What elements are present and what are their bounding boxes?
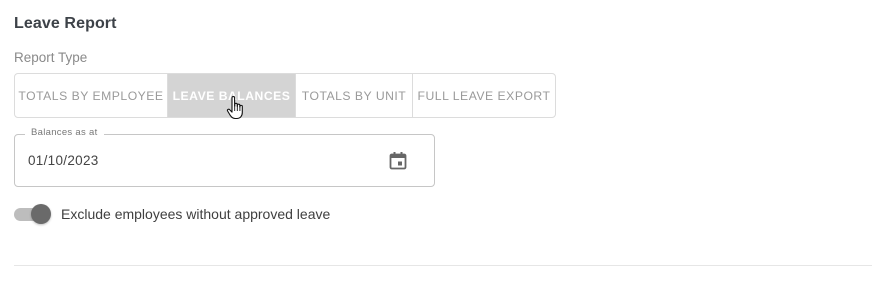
exclude-employees-label: Exclude employees without approved leave [61,206,331,222]
full-leave-export-button[interactable]: FULL LEAVE EXPORT [413,74,555,117]
hand-pointer-icon [226,95,246,121]
report-type-label: Report Type [14,50,88,65]
report-type-toggle-group: TOTALS BY EMPLOYEE LEAVE BALANCES TOTALS… [14,73,556,118]
exclude-employees-switch[interactable] [14,204,52,224]
section-divider [14,265,872,266]
switch-thumb[interactable] [31,204,51,224]
balances-date-value[interactable]: 01/10/2023 [28,153,99,168]
balances-date-field[interactable]: Balances as at 01/10/2023 [14,127,435,187]
totals-by-employee-button[interactable]: TOTALS BY EMPLOYEE [15,74,168,117]
calendar-icon[interactable] [388,151,408,171]
page-title: Leave Report [14,15,117,32]
exclude-employees-row: Exclude employees without approved leave [14,204,330,224]
balances-date-label: Balances as at [25,127,104,138]
totals-by-unit-button[interactable]: TOTALS BY UNIT [296,74,413,117]
